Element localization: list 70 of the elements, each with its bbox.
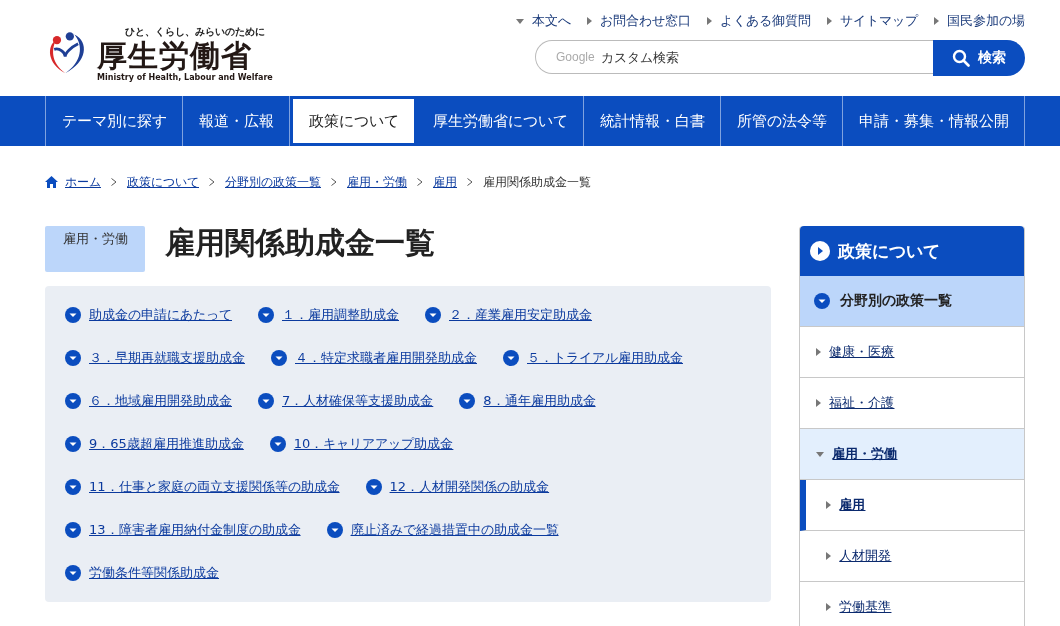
down-chevron-icon <box>365 479 382 495</box>
logo-english-name: Ministry of Health, Labour and Welfare <box>97 72 273 82</box>
down-chevron-icon <box>65 350 81 366</box>
nav-tab[interactable]: 申請・募集・情報公開 <box>843 96 1025 146</box>
utility-link[interactable]: お問合わせ窓口 <box>587 12 691 30</box>
sidebar-title[interactable]: 政策について <box>800 226 1024 276</box>
down-chevron-icon <box>65 393 81 409</box>
down-chevron-icon <box>65 522 81 538</box>
anchor-link[interactable]: １．雇用調整助成金 <box>258 306 399 324</box>
down-chevron-icon <box>258 307 274 323</box>
utility-link[interactable]: 国民参加の場 <box>934 12 1025 30</box>
chevron-right-icon <box>209 178 215 186</box>
down-chevron-icon <box>425 307 441 323</box>
anchor-link[interactable]: 9．65歳超雇用推進助成金 <box>65 435 244 453</box>
page-title: 雇用関係助成金一覧 <box>165 226 435 260</box>
nav-tab[interactable]: テーマ別に探す <box>46 96 183 146</box>
nav-tab[interactable]: 所管の法令等 <box>721 96 843 146</box>
anchor-link[interactable]: 7．人材確保等支援助成金 <box>258 392 434 410</box>
down-chevron-icon <box>459 393 476 409</box>
chevron-right-icon <box>111 178 117 186</box>
nav-tab[interactable]: 厚生労働省について <box>417 96 584 146</box>
breadcrumb-link[interactable]: 政策について <box>127 173 199 191</box>
down-chevron-icon <box>65 436 81 452</box>
sidebar-section[interactable]: 分野別の政策一覧 <box>800 276 1024 327</box>
anchor-link[interactable]: 13．障害者雇用納付金制度の助成金 <box>65 521 301 539</box>
chevron-right-icon <box>417 178 423 186</box>
breadcrumb-link[interactable]: 分野別の政策一覧 <box>225 173 321 191</box>
anchor-link[interactable]: 8．通年雇用助成金 <box>459 392 596 410</box>
anchor-link[interactable]: 廃止済みで経過措置中の助成金一覧 <box>326 521 559 539</box>
logo-tagline: ひと、くらし、みらいのために <box>125 24 265 39</box>
breadcrumb-link[interactable]: 雇用・労働 <box>347 173 407 191</box>
anchor-link[interactable]: 労働条件等関係助成金 <box>65 564 219 582</box>
anchor-link[interactable]: ３．早期再就職支援助成金 <box>65 349 245 367</box>
anchor-link[interactable]: 12．人材開発関係の助成金 <box>365 478 550 496</box>
category-tag: 雇用・労働 <box>45 226 145 272</box>
anchor-link[interactable]: 助成金の申請にあたって <box>65 306 232 324</box>
down-chevron-icon <box>269 436 286 452</box>
down-chevron-icon <box>258 393 274 409</box>
down-chevron-icon <box>65 479 81 495</box>
anchor-link[interactable]: 11．仕事と家庭の両立支援関係等の助成金 <box>65 478 340 496</box>
down-chevron-icon <box>814 293 831 309</box>
search-button[interactable]: 検索 <box>933 40 1025 76</box>
down-chevron-icon <box>271 350 287 366</box>
anchor-link[interactable]: ２．産業雇用安定助成金 <box>425 306 592 324</box>
chevron-right-icon <box>467 178 473 186</box>
nav-tab[interactable]: 政策について <box>290 96 417 146</box>
anchor-link[interactable]: ４．特定求職者雇用開発助成金 <box>271 349 477 367</box>
breadcrumb-link[interactable]: 雇用 <box>433 173 457 191</box>
down-chevron-icon <box>65 307 81 323</box>
breadcrumb-current: 雇用関係助成金一覧 <box>483 173 591 191</box>
sidebar-subitem[interactable]: 雇用 <box>800 480 1024 531</box>
utility-link[interactable]: よくある御質問 <box>707 12 811 30</box>
anchor-link[interactable]: ６．地域雇用開発助成金 <box>65 392 232 410</box>
down-chevron-icon <box>65 565 81 581</box>
sidebar-item[interactable]: 雇用・労働 <box>800 429 1024 480</box>
search-icon <box>952 49 970 67</box>
down-chevron-icon <box>503 350 519 366</box>
home-icon <box>45 176 58 188</box>
nav-tab[interactable]: 統計情報・白書 <box>584 96 721 146</box>
chevron-right-icon <box>331 178 337 186</box>
utility-link[interactable]: 本文へ <box>516 12 571 30</box>
down-chevron-icon <box>326 522 343 538</box>
anchor-link[interactable]: ５．トライアル雇用助成金 <box>503 349 683 367</box>
search-input[interactable]: カスタム検索 <box>598 48 933 66</box>
search-brand-label: Google <box>556 50 595 64</box>
utility-link[interactable]: サイトマップ <box>827 12 918 30</box>
anchor-link[interactable]: 10．キャリアアップ助成金 <box>269 435 454 453</box>
breadcrumb-link[interactable]: ホーム <box>65 173 101 191</box>
right-chevron-icon <box>810 241 831 261</box>
site-logo-name[interactable]: 厚生労働省 <box>97 38 252 73</box>
